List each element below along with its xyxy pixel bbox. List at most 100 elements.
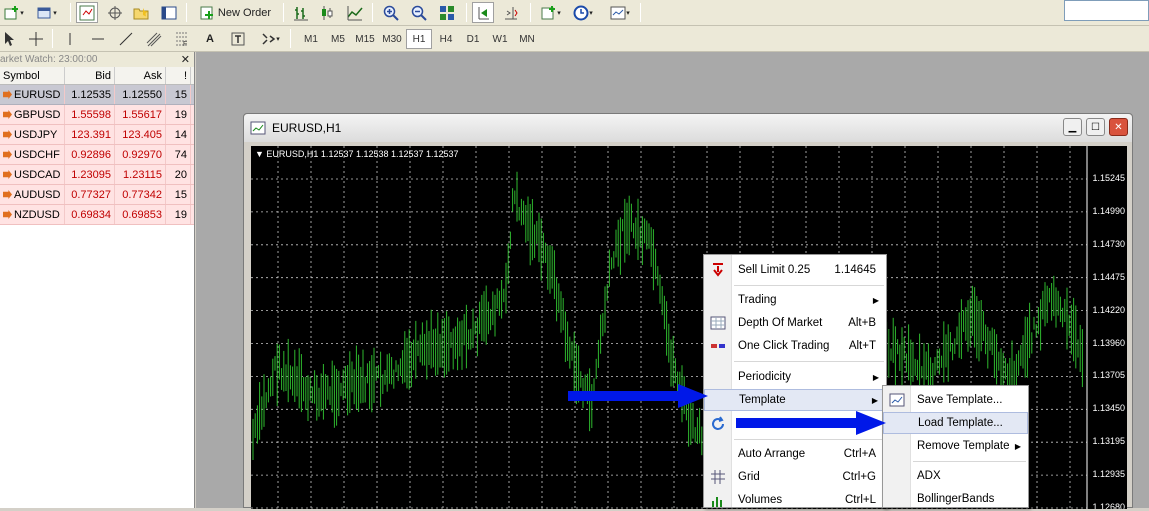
price-tick-label: 1.15245 — [1092, 173, 1125, 183]
annotation-arrowhead-load — [856, 411, 886, 435]
line-chart-button[interactable] — [344, 2, 366, 23]
table-row[interactable]: USDJPY 123.391 123.405 14 — [0, 125, 194, 145]
navigator-button[interactable] — [130, 2, 152, 23]
line-studies-toolbar: F A ▾ M1 M5 M15 M30 H1 H4 D1 W1 MN — [0, 26, 1149, 52]
menu-item-auto-arrange[interactable]: Auto Arrange Ctrl+A — [704, 443, 886, 465]
data-window-button[interactable] — [104, 2, 126, 23]
templates-dropdown-button[interactable]: ▾ — [604, 2, 636, 23]
table-row[interactable]: GBPUSD 1.55598 1.55617 19 — [0, 105, 194, 125]
crosshair-tool[interactable] — [26, 28, 46, 49]
periodicity-label: Periodicity — [738, 371, 792, 383]
table-row[interactable]: NZDUSD 0.69834 0.69853 19 — [0, 205, 194, 225]
horizontal-line-tool[interactable] — [88, 28, 108, 49]
menu-item-save-template[interactable]: Save Template... — [883, 389, 1028, 411]
zoom-out-button[interactable] — [408, 2, 430, 23]
text-label-tool[interactable] — [228, 28, 248, 49]
vertical-line-tool[interactable] — [60, 28, 80, 49]
tile-windows-icon — [440, 5, 454, 20]
menu-item-template[interactable]: Template ▶ — [704, 389, 886, 411]
market-watch-toggle[interactable] — [76, 2, 98, 23]
menu-item-trading[interactable]: Trading ▶ — [704, 289, 886, 311]
market-watch-header: Symbol Bid Ask ! — [0, 67, 194, 85]
symbol-cell: USDCAD — [0, 165, 65, 184]
arrows-icon — [262, 32, 276, 45]
spread-cell: 15 — [166, 85, 191, 104]
market-watch-panel: arket Watch: 23:00:00 ✕ Symbol Bid Ask !… — [0, 52, 195, 508]
menu-item-template-bollinger[interactable]: BollingerBands — [883, 488, 1028, 510]
fibonacci-tool[interactable]: F — [172, 28, 192, 49]
candlestick-button[interactable] — [316, 2, 338, 23]
autoscroll-button[interactable] — [472, 2, 494, 23]
menu-item-one-click-trading[interactable]: One Click Trading Alt+T — [704, 335, 886, 357]
submenu-arrow-icon: ▶ — [1014, 441, 1021, 451]
table-row[interactable]: USDCHF 0.92896 0.92970 74 — [0, 145, 194, 165]
menu-item-sell-limit[interactable]: Sell Limit 0.25 1.14645 — [704, 259, 886, 281]
column-header-symbol[interactable]: Symbol — [0, 67, 65, 84]
equidistant-channel-tool[interactable] — [144, 28, 164, 49]
column-header-ask[interactable]: Ask — [115, 67, 166, 84]
close-icon[interactable]: ✕ — [181, 53, 190, 66]
ask-cell: 1.55617 — [115, 105, 166, 124]
timeframe-d1[interactable]: D1 — [460, 29, 486, 49]
chart-window-title-bar[interactable]: EURUSD,H1 — [244, 114, 1132, 142]
cursor-tool[interactable] — [0, 28, 20, 49]
ask-cell: 1.23115 — [115, 165, 166, 184]
column-header-bid[interactable]: Bid — [65, 67, 115, 84]
bollinger-template-label: BollingerBands — [917, 493, 995, 505]
new-order-button[interactable]: New Order — [196, 2, 274, 23]
indicators-icon — [541, 5, 556, 19]
timeframe-h4[interactable]: H4 — [433, 29, 459, 49]
indicators-button[interactable]: ▾ — [537, 2, 565, 23]
bar-chart-button[interactable] — [290, 2, 312, 23]
template-submenu: Save Template... Load Template... Remove… — [882, 385, 1029, 508]
column-header-spread[interactable]: ! — [166, 67, 191, 84]
terminal-button[interactable] — [158, 2, 180, 23]
chart-info-line: ▼ EURUSD,H1 1.12537 1.12538 1.12537 1.12… — [255, 149, 459, 159]
timeframe-m5[interactable]: M5 — [325, 29, 351, 49]
sell-limit-icon — [713, 263, 723, 277]
symbol-cell: GBPUSD — [0, 105, 65, 124]
timeframe-m1[interactable]: M1 — [298, 29, 324, 49]
annotation-arrow-template — [568, 391, 680, 401]
tile-windows-button[interactable] — [436, 2, 458, 23]
arrows-dropdown-tool[interactable]: ▾ — [256, 28, 284, 49]
new-chart-button[interactable]: ▾ — [2, 2, 26, 23]
vertical-line-icon — [69, 32, 71, 45]
menu-item-grid[interactable]: Grid Ctrl+G — [704, 466, 886, 488]
profiles-button[interactable]: ▾ — [34, 2, 60, 23]
table-row[interactable]: EURUSD 1.12535 1.12550 15 — [0, 85, 194, 105]
bid-cell: 1.12535 — [65, 85, 115, 104]
close-window-button[interactable]: ✕ — [1109, 118, 1128, 136]
timeframe-m15[interactable]: M15 — [352, 29, 378, 49]
timeframe-mn[interactable]: MN — [514, 29, 540, 49]
maximize-button[interactable]: ☐ — [1086, 118, 1105, 136]
symbol-cell: AUDUSD — [0, 185, 65, 204]
market-watch-rows: EURUSD 1.12535 1.12550 15 GBPUSD 1.55598 1.556… — [0, 85, 194, 225]
search-input[interactable] — [1064, 0, 1149, 21]
trendline-tool[interactable] — [116, 28, 136, 49]
one-click-trading-icon — [711, 344, 725, 348]
table-row[interactable]: USDCAD 1.23095 1.23115 20 — [0, 165, 194, 185]
close-icon: ✕ — [1114, 121, 1123, 133]
zoom-in-button[interactable] — [380, 2, 402, 23]
timeframe-m30[interactable]: M30 — [379, 29, 405, 49]
bid-cell: 0.69834 — [65, 205, 115, 224]
text-tool[interactable]: A — [200, 28, 220, 49]
menu-item-depth-of-market[interactable]: Depth Of Market Alt+B — [704, 312, 886, 334]
minimize-button[interactable]: ▁ — [1063, 118, 1082, 136]
menu-item-load-template[interactable]: Load Template... — [883, 412, 1028, 434]
volumes-icon — [712, 497, 722, 507]
table-row[interactable]: AUDUSD 0.77327 0.77342 15 — [0, 185, 194, 205]
periods-dropdown-button[interactable]: ▾ — [568, 2, 598, 23]
chart-shift-button[interactable] — [500, 2, 522, 23]
template-label: Template — [739, 394, 786, 406]
symbol-name: NZDUSD — [14, 208, 60, 221]
timeframe-h1[interactable]: H1 — [406, 29, 432, 49]
depth-of-market-label: Depth Of Market — [738, 317, 823, 329]
menu-item-periodicity[interactable]: Periodicity ▶ — [704, 366, 886, 388]
menu-item-template-adx[interactable]: ADX — [883, 465, 1028, 487]
menu-item-remove-template[interactable]: Remove Template ▶ — [883, 435, 1028, 457]
spread-cell: 19 — [166, 105, 191, 124]
timeframe-w1[interactable]: W1 — [487, 29, 513, 49]
minimize-icon: ▁ — [1068, 121, 1077, 133]
